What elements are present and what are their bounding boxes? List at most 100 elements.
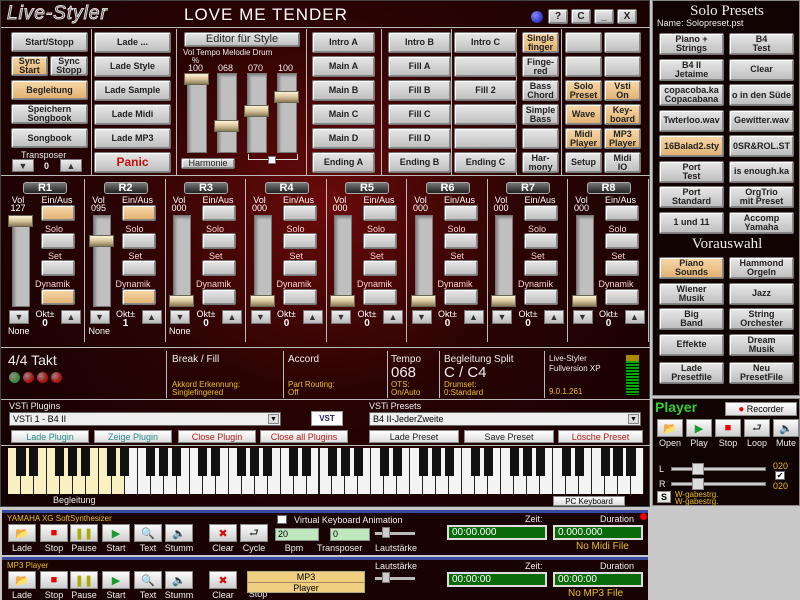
stop-button[interactable]: ■	[40, 524, 68, 542]
black-key[interactable]	[250, 448, 260, 476]
solo-preset-16balad2-sty[interactable]: 16Balad2.sty	[659, 135, 724, 157]
black-key[interactable]	[353, 448, 363, 476]
transposer-up-button[interactable]: ▲	[60, 159, 82, 172]
black-key[interactable]	[379, 448, 389, 476]
solo-button[interactable]	[524, 233, 558, 249]
blank-button[interactable]	[454, 128, 517, 149]
octave-up-button[interactable]: ▲	[222, 310, 242, 324]
mute-button[interactable]: 🔈	[773, 419, 799, 437]
start-button[interactable]: ▶	[102, 571, 130, 589]
ein-aus-button[interactable]	[524, 205, 558, 221]
text-button[interactable]: 🔍	[134, 524, 162, 542]
black-key[interactable]	[392, 448, 402, 476]
intro-b-button[interactable]: Intro B	[388, 32, 451, 53]
setup-button[interactable]: Setup	[565, 152, 602, 173]
text-button[interactable]: 🔍	[134, 571, 162, 589]
minimize-button[interactable]: _	[594, 9, 614, 24]
zeige-plugin-button[interactable]: Zeige Plugin	[94, 430, 172, 443]
volume-slider[interactable]	[414, 215, 433, 307]
pause-button[interactable]: ❚❚	[70, 571, 98, 589]
ending-a-button[interactable]: Ending A	[312, 152, 375, 173]
black-key[interactable]	[159, 448, 169, 476]
drum-toggle[interactable]	[268, 156, 276, 164]
speichern-songbook-button[interactable]: Speichern Songbook	[11, 104, 88, 124]
octave-up-button[interactable]: ▲	[61, 310, 81, 324]
dynamik-button[interactable]	[202, 289, 236, 305]
solo-button[interactable]	[41, 233, 75, 249]
clear-button[interactable]: ✖	[209, 524, 237, 542]
s-button[interactable]: S	[657, 491, 671, 503]
black-key[interactable]	[327, 448, 338, 476]
slider-handle[interactable]	[692, 478, 704, 490]
slider-handle[interactable]	[169, 295, 194, 307]
lade-mp3-button[interactable]: Lade MP3	[94, 128, 171, 149]
octave-down-button[interactable]: ▼	[170, 310, 190, 324]
editor-slider-1[interactable]	[217, 73, 237, 153]
close-plugin-button[interactable]: Close Plugin	[178, 430, 256, 443]
black-key[interactable]	[470, 448, 480, 476]
lade-button[interactable]: 📂	[8, 524, 36, 542]
solo-button[interactable]	[363, 233, 397, 249]
black-key[interactable]	[29, 448, 39, 476]
ending-c-button[interactable]: Ending C	[454, 152, 517, 173]
black-key[interactable]	[444, 448, 454, 476]
solo-preset-copacoba-ka-copacabana[interactable]: copacoba.ka Copacabana	[659, 84, 724, 106]
solo-preset-clear[interactable]: Clear	[729, 58, 794, 81]
begleitung-button[interactable]: Begleitung	[11, 80, 88, 100]
solo-button[interactable]	[604, 233, 639, 249]
black-key[interactable]	[418, 448, 428, 476]
volume-slider[interactable]	[12, 215, 30, 307]
plugin-select[interactable]: VSTi 1 - B4 II ▼	[9, 412, 281, 426]
config-button[interactable]: C	[571, 9, 591, 24]
black-key[interactable]	[522, 448, 532, 476]
loop-button[interactable]: ⮐	[744, 419, 770, 437]
black-key[interactable]	[340, 448, 350, 476]
black-key[interactable]	[574, 448, 584, 476]
solo-preset-is-enough-ka[interactable]: is enough.ka	[729, 160, 794, 183]
main-b-button[interactable]: Main B	[312, 80, 375, 101]
lade-sample-button[interactable]: Lade Sample	[94, 80, 171, 101]
solo-preset-b4-test[interactable]: B4 Test	[729, 33, 794, 55]
volume-slider[interactable]	[334, 215, 352, 307]
intro-a-button[interactable]: Intro A	[312, 32, 375, 53]
black-key[interactable]	[289, 448, 299, 476]
solo-button[interactable]	[121, 233, 156, 249]
ein-aus-button[interactable]	[121, 205, 156, 221]
volume-slider[interactable]	[575, 215, 594, 307]
octave-down-button[interactable]: ▼	[331, 310, 351, 324]
solo-preset-piano-strings[interactable]: Piano + Strings	[659, 33, 724, 55]
mp3-player-display[interactable]: MP3 Player	[247, 571, 365, 593]
main-a-button[interactable]: Main A	[312, 56, 375, 77]
black-key[interactable]	[535, 448, 545, 476]
volume-slider[interactable]	[253, 215, 272, 307]
finge-red-button[interactable]: Finge- red	[522, 56, 559, 77]
octave-up-button[interactable]: ▲	[302, 310, 323, 324]
dynamik-button[interactable]	[41, 289, 75, 305]
preset-select[interactable]: B4 II-JederZweite ▼	[369, 412, 641, 426]
lade-plugin-button[interactable]: Lade Plugin	[11, 430, 89, 443]
set-button[interactable]	[121, 260, 156, 276]
solo-preset-accomp-yamaha[interactable]: Accomp Yamaha	[729, 211, 794, 234]
slider-handle[interactable]	[382, 572, 390, 583]
octave-down-button[interactable]: ▼	[492, 310, 512, 324]
solo-button[interactable]	[282, 233, 317, 249]
black-key[interactable]	[613, 448, 623, 476]
blank-button[interactable]	[565, 32, 602, 53]
vsti-on-button[interactable]: Vsti On	[604, 80, 641, 101]
black-key[interactable]	[120, 448, 130, 476]
key-board-button[interactable]: Key- board	[604, 104, 641, 125]
link-checkbox[interactable]: ✔	[775, 471, 785, 480]
lade-style-button[interactable]: Lade Style	[94, 56, 171, 77]
slider-handle[interactable]	[571, 295, 597, 307]
play-button[interactable]: ▶	[686, 419, 712, 437]
blank-button[interactable]	[565, 56, 602, 77]
black-key[interactable]	[237, 448, 247, 476]
black-key[interactable]	[68, 448, 78, 476]
ending-b-button[interactable]: Ending B	[388, 152, 451, 173]
blank-button[interactable]	[454, 104, 517, 125]
blank-button[interactable]	[522, 128, 559, 149]
main-c-button[interactable]: Main C	[312, 104, 375, 125]
editor-slider-0[interactable]	[187, 73, 207, 153]
black-key[interactable]	[198, 448, 208, 476]
cycle-button[interactable]: ⮐	[240, 524, 268, 542]
